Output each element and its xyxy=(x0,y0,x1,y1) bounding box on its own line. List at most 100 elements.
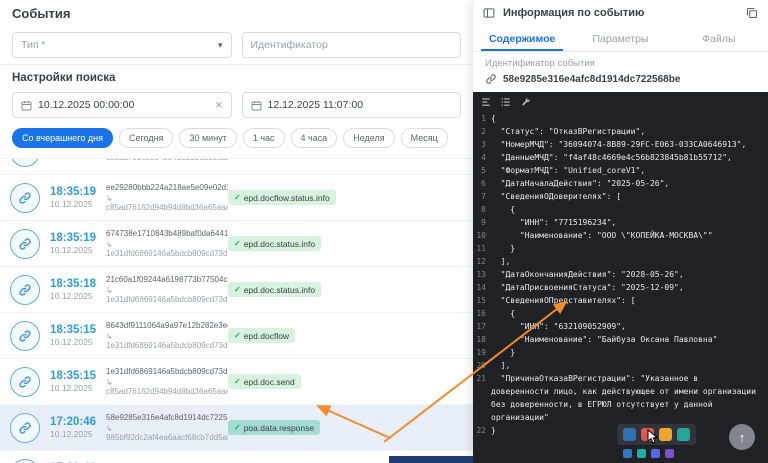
line-number: 18 xyxy=(476,335,486,344)
line-text: "СведенияОДоверителях": [ xyxy=(491,192,622,201)
tab-files[interactable]: Файлы xyxy=(670,26,768,51)
badge-label: epd.docflow xyxy=(243,330,290,341)
check-icon: ✓ xyxy=(234,285,241,294)
taskbar-app-icon[interactable] xyxy=(677,428,690,441)
badge-label: epd.doc.status.info xyxy=(243,238,316,249)
editor-toolbar xyxy=(473,92,768,111)
line-number: 15 xyxy=(476,296,486,305)
taskbar-tray-row xyxy=(617,445,696,458)
line-text: { xyxy=(491,205,516,214)
event-time: 18:35:18 xyxy=(50,278,97,290)
quick-filter-button[interactable]: Месяц xyxy=(400,128,448,148)
panel-icon[interactable] xyxy=(483,7,495,19)
line-text: { xyxy=(491,309,516,318)
line-number: 5 xyxy=(481,166,486,175)
line-number: 16 xyxy=(476,309,486,318)
taskbar-overlay xyxy=(617,424,696,458)
event-time: 18:35:15 xyxy=(50,370,97,382)
tab-params[interactable]: Параметры xyxy=(571,26,669,51)
event-parent-hash: ↳ 1e31dfd6869146a5bdcb809cd73d1167 xyxy=(106,332,228,350)
page-title: События xyxy=(12,6,71,21)
event-hash: 8643df9111064a9a97e12b282e3e4508 xyxy=(106,321,228,330)
code-line: 15 "СведенияОПредставителях": [ xyxy=(473,294,768,307)
line-number: 22 xyxy=(476,426,486,435)
code-line: 17 "ИНН": "632109052909", xyxy=(473,320,768,333)
event-row[interactable]: 18:35:18 10.12.2025 21c60a1f09244a619877… xyxy=(0,267,473,313)
event-type-badge: ✓ epd.doc.send xyxy=(228,374,301,389)
line-text: "СведенияОПредставителях": [ xyxy=(491,296,636,305)
event-row[interactable]: 18:35:19 10.12.2025 ee29280bbb224a218ae5… xyxy=(0,175,473,221)
code-line: 1 { xyxy=(473,112,768,125)
event-row[interactable]: 17:20:46 10.12.2025 58e9285e316e4afc8d19… xyxy=(0,405,473,451)
tray-icon[interactable] xyxy=(665,449,674,458)
line-number: 2 xyxy=(481,127,486,136)
tray-icon[interactable] xyxy=(651,449,660,458)
event-time: 17:20:46 xyxy=(50,416,97,428)
code-line: 21 "ПричинаОтказаВРегистрации": "Указанн… xyxy=(473,372,768,424)
quick-filter-button[interactable]: 30 минут xyxy=(179,128,237,148)
line-text: "ПричинаОтказаВРегистрации": "Указанное … xyxy=(491,374,761,422)
check-icon: ✓ xyxy=(234,423,241,432)
format-icon[interactable] xyxy=(481,97,491,107)
window-fragment xyxy=(389,456,473,463)
json-code: 1 { 2 "Статус": "ОтказВРегистрации", 3 "… xyxy=(473,111,768,463)
code-line: 13 "ДатаОкончанияДействия": "2028-05-26"… xyxy=(473,268,768,281)
tray-icon[interactable] xyxy=(637,449,646,458)
tray-icon[interactable] xyxy=(623,449,632,458)
line-number: 21 xyxy=(476,374,486,383)
check-icon: ✓ xyxy=(234,331,241,340)
scroll-to-top-button[interactable]: ↑ xyxy=(729,424,755,450)
line-text: ], xyxy=(491,361,511,370)
event-row[interactable]: 18:35:19 10.12.2025 674738e1710843b489ba… xyxy=(0,221,473,267)
code-line: 4 "ДанныеМЧД": "f4af48c4669e4c56b823845b… xyxy=(473,151,768,164)
quick-filter-button[interactable]: Неделя xyxy=(343,128,395,148)
line-text: "Наименование": "Байбуза Оксана Павловна… xyxy=(491,335,718,344)
event-hash: ee29280bbb224a218ae5e09e02d1110f xyxy=(106,183,228,192)
json-editor[interactable]: 1 { 2 "Статус": "ОтказВРегистрации", 3 "… xyxy=(473,92,768,463)
event-date: 10.12.2025 xyxy=(50,199,93,209)
quick-filter-button[interactable]: 1 час xyxy=(242,128,285,148)
line-number: 19 xyxy=(476,348,486,357)
quick-filter-button[interactable]: Со вчерашнего дня xyxy=(12,128,113,148)
code-line: 7 "СведенияОДоверителях": [ xyxy=(473,190,768,203)
wrench-icon[interactable] xyxy=(521,97,531,107)
quick-filter-button[interactable]: Сегодня xyxy=(118,128,174,148)
date-from-input[interactable]: 10.12.2025 00:00:00 ✕ xyxy=(12,92,232,118)
event-type-badge: ✓ epd.doc.status.info xyxy=(228,236,322,251)
chain-link-icon xyxy=(10,182,40,213)
event-parent-hash: ↳ c85ad76162d94b94d8bd36a65aaa0617 xyxy=(106,378,228,396)
date-from-value: 10.12.2025 00:00:00 xyxy=(38,99,135,111)
line-text: ], xyxy=(491,257,511,266)
code-line: 10 "Наименование": "ООО \"КОПЕЙКА-МОСКВА… xyxy=(473,229,768,242)
badge-label: poa.data.response xyxy=(243,422,315,433)
line-text: "ДатаНачалаДействия": "2025-05-26", xyxy=(491,179,670,188)
list-icon[interactable] xyxy=(501,97,511,107)
code-line: 19 } xyxy=(473,346,768,359)
calendar-icon xyxy=(251,100,261,110)
type-select[interactable]: Тип * ▾ xyxy=(12,32,232,58)
badge-label: epd.doc.send xyxy=(243,376,295,387)
date-to-input[interactable]: 12.12.2025 11:07:00 xyxy=(241,92,461,118)
date-to-value: 12.12.2025 11:07:00 xyxy=(267,99,364,111)
line-text: "ДанныеМЧД": "f4af48c4669e4c56b823845b81… xyxy=(491,153,732,162)
tab-content[interactable]: Содержимое xyxy=(473,26,571,51)
event-row[interactable]: 18:35:15 10.12.2025 1e31dfd6869146a5bdcb… xyxy=(0,359,473,405)
events-app: События Тип * ▾ Идентификатор Настройки … xyxy=(0,0,768,463)
taskbar-app-icon[interactable] xyxy=(659,428,672,441)
arrow-up-icon: ↑ xyxy=(738,429,746,445)
line-text: "ФорматМЧД": "Unified_coreV1", xyxy=(491,166,646,175)
line-number: 20 xyxy=(476,361,486,370)
identifier-input[interactable]: Идентификатор xyxy=(241,32,461,58)
event-date: 10.12.2025 xyxy=(50,337,93,347)
event-parent-hash: ↳ 1e31dfd6869146a5bdcb809cd73d1167 xyxy=(106,240,228,258)
clear-date-icon[interactable]: ✕ xyxy=(215,100,223,111)
calendar-icon xyxy=(21,100,32,110)
event-row[interactable]: ↳ c85ad76162d94b94d8bd36a65aaa0617 xyxy=(0,159,473,175)
event-date: 10.12.2025 xyxy=(50,291,93,301)
copy-icon[interactable] xyxy=(746,7,758,19)
mouse-cursor-icon xyxy=(647,429,659,444)
event-type-badge: ✓ epd.docflow xyxy=(228,328,296,343)
event-row[interactable]: 18:35:15 10.12.2025 8643df9111064a9a97e1… xyxy=(0,313,473,359)
taskbar-app-icon[interactable] xyxy=(623,428,636,441)
quick-filter-button[interactable]: 4 часа xyxy=(290,128,338,148)
